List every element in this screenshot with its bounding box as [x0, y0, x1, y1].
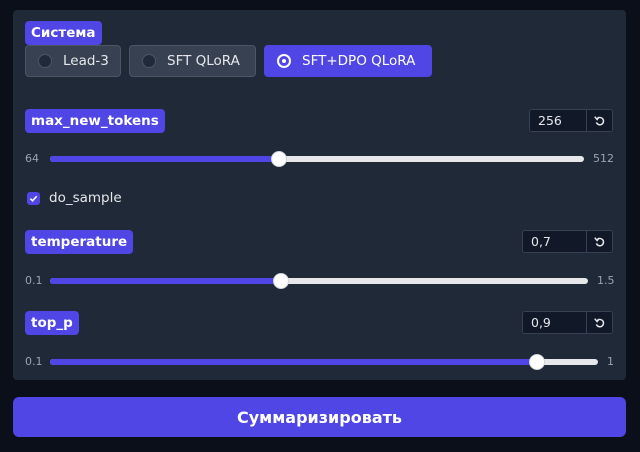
- temperature-input[interactable]: [523, 231, 586, 252]
- top-p-reset-button[interactable]: [586, 312, 612, 333]
- summarize-button[interactable]: Суммаризировать: [13, 397, 626, 437]
- radio-sft-dpo-qlora[interactable]: SFT+DPO QLoRA: [264, 45, 432, 77]
- top-p-number: [522, 311, 613, 334]
- check-icon: [29, 195, 38, 202]
- temperature-label: temperature: [25, 230, 134, 254]
- radio-lead-3[interactable]: Lead-3: [25, 45, 121, 77]
- slider-fill: [50, 156, 280, 162]
- max-new-tokens-max: 512: [593, 152, 614, 165]
- radio-label: SFT+DPO QLoRA: [302, 53, 416, 69]
- top-p-min: 0.1: [25, 355, 43, 368]
- max-new-tokens-slider[interactable]: [50, 151, 584, 167]
- temperature-min: 0.1: [25, 274, 43, 287]
- system-label: Система: [25, 21, 102, 45]
- max-new-tokens-reset-button[interactable]: [586, 110, 612, 131]
- max-new-tokens-min: 64: [25, 152, 39, 165]
- radio-circle-icon: [38, 54, 52, 68]
- reset-icon: [594, 116, 605, 126]
- slider-fill: [50, 278, 281, 284]
- radio-circle-icon: [142, 54, 156, 68]
- radio-label: Lead-3: [63, 53, 109, 69]
- top-p-label: top_p: [25, 311, 79, 335]
- reset-icon: [594, 237, 605, 247]
- do-sample-checkbox[interactable]: [27, 192, 40, 205]
- top-p-slider[interactable]: [50, 354, 598, 370]
- temperature-reset-button[interactable]: [586, 231, 612, 252]
- temperature-max: 1.5: [597, 274, 615, 287]
- top-p-input[interactable]: [523, 312, 586, 333]
- radio-sft-qlora[interactable]: SFT QLoRA: [129, 45, 256, 77]
- max-new-tokens-label: max_new_tokens: [25, 109, 165, 133]
- top-p-max: 1: [607, 355, 614, 368]
- max-new-tokens-number: [529, 109, 613, 132]
- radio-selected-icon: [277, 54, 291, 68]
- do-sample-label: do_sample: [49, 190, 122, 206]
- reset-icon: [594, 318, 605, 328]
- max-new-tokens-input[interactable]: [530, 110, 586, 131]
- temperature-slider[interactable]: [50, 273, 588, 289]
- slider-thumb[interactable]: [272, 273, 289, 289]
- slider-thumb[interactable]: [271, 151, 288, 167]
- slider-fill: [50, 359, 538, 365]
- radio-label: SFT QLoRA: [167, 53, 240, 69]
- temperature-number: [522, 230, 613, 253]
